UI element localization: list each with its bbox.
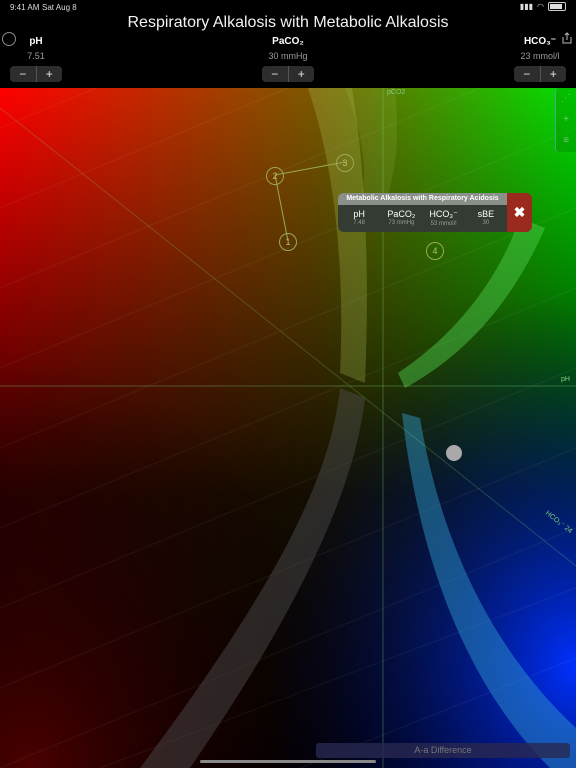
param-paco2-value: 30 mmHg	[268, 51, 308, 61]
popup-col-ph: pH 7.48	[338, 205, 380, 232]
header: Respiratory Alkalosis with Metabolic Alk…	[0, 14, 576, 88]
paco2-stepper[interactable]: − +	[262, 66, 314, 82]
trajectory-marker-2[interactable]: 2	[266, 167, 284, 185]
popup-col-sbe: sBE 30	[465, 205, 507, 232]
popup-values: pH 7.48 PaCO₂ 73 mmHg HCO₃⁻ 53 mmol/l sB…	[338, 205, 507, 232]
param-paco2-label: PaCO₂	[272, 36, 304, 47]
trajectory-marker-1[interactable]: 1	[279, 233, 297, 251]
ph-stepper[interactable]: − +	[10, 66, 62, 82]
popup-col-paco2: PaCO₂ 73 mmHg	[380, 205, 422, 232]
wifi-icon: ◠	[537, 2, 544, 11]
drag-handle[interactable]	[446, 445, 462, 461]
param-hco3: HCO₃⁻ 23 mmol/l	[495, 36, 576, 61]
home-indicator	[200, 760, 376, 763]
page-title: Respiratory Alkalosis with Metabolic Alk…	[127, 14, 449, 31]
share-node-icon[interactable]: ⋰	[556, 88, 576, 109]
ph-increment-button[interactable]: +	[37, 66, 63, 82]
popup-title: Metabolic Alkalosis with Respiratory Aci…	[338, 193, 507, 205]
axis-label-ph: pH	[561, 376, 570, 383]
acid-base-map-graphic	[0, 88, 576, 768]
param-hco3-value: 23 mmol/l	[520, 51, 560, 61]
hco3-decrement-button[interactable]: −	[514, 66, 540, 82]
status-icons: ▮▮▮ ◠	[520, 2, 566, 11]
popup-col-hco3: HCO₃⁻ 53 mmol/l	[423, 205, 465, 232]
popup-value: 53 mmol/l	[430, 221, 457, 227]
map-toolbar: ⋰ + ≡	[555, 88, 576, 152]
aa-difference-button[interactable]: A-a Difference	[316, 743, 570, 758]
param-paco2: PaCO₂ 30 mmHg	[243, 36, 333, 61]
hco3-stepper[interactable]: − +	[514, 66, 566, 82]
status-bar: 9:41 AM Sat Aug 8 ▮▮▮ ◠	[0, 0, 576, 14]
param-ph: pH 7.51	[0, 36, 81, 61]
status-date: Sat Aug 8	[42, 3, 77, 12]
popup-value: 30	[482, 220, 490, 226]
paco2-decrement-button[interactable]: −	[262, 66, 288, 82]
paco2-increment-button[interactable]: +	[289, 66, 315, 82]
param-ph-label: pH	[29, 36, 43, 47]
ph-decrement-button[interactable]: −	[10, 66, 36, 82]
param-hco3-label: HCO₃⁻	[523, 36, 557, 47]
hco3-increment-button[interactable]: +	[541, 66, 567, 82]
diagnosis-popup: Metabolic Alkalosis with Respiratory Aci…	[338, 193, 532, 232]
axis-label-pco2: pCO2	[387, 89, 406, 96]
signal-icon: ▮▮▮	[519, 2, 534, 11]
status-time: 9:41 AM	[10, 3, 40, 12]
trajectory-marker-3[interactable]: 3	[336, 154, 354, 172]
menu-icon[interactable]: ≡	[556, 130, 576, 151]
trajectory-marker-4[interactable]: 4	[426, 242, 444, 260]
battery-icon	[548, 2, 566, 11]
popup-label: PaCO₂	[387, 209, 416, 219]
popup-value: 7.48	[353, 220, 365, 226]
param-ph-value: 7.51	[27, 51, 45, 61]
acid-base-map[interactable]: pCO2 pH HCO₃⁻ 24 1 2 3 4 Metabolic Alkal…	[0, 88, 576, 768]
popup-value: 73 mmHg	[388, 220, 415, 226]
popup-label: pH	[353, 209, 365, 219]
close-popup-button[interactable]: ✖	[507, 193, 532, 232]
add-icon[interactable]: +	[556, 109, 576, 130]
popup-label: sBE	[477, 209, 495, 219]
popup-label: HCO₃⁻	[429, 209, 458, 219]
